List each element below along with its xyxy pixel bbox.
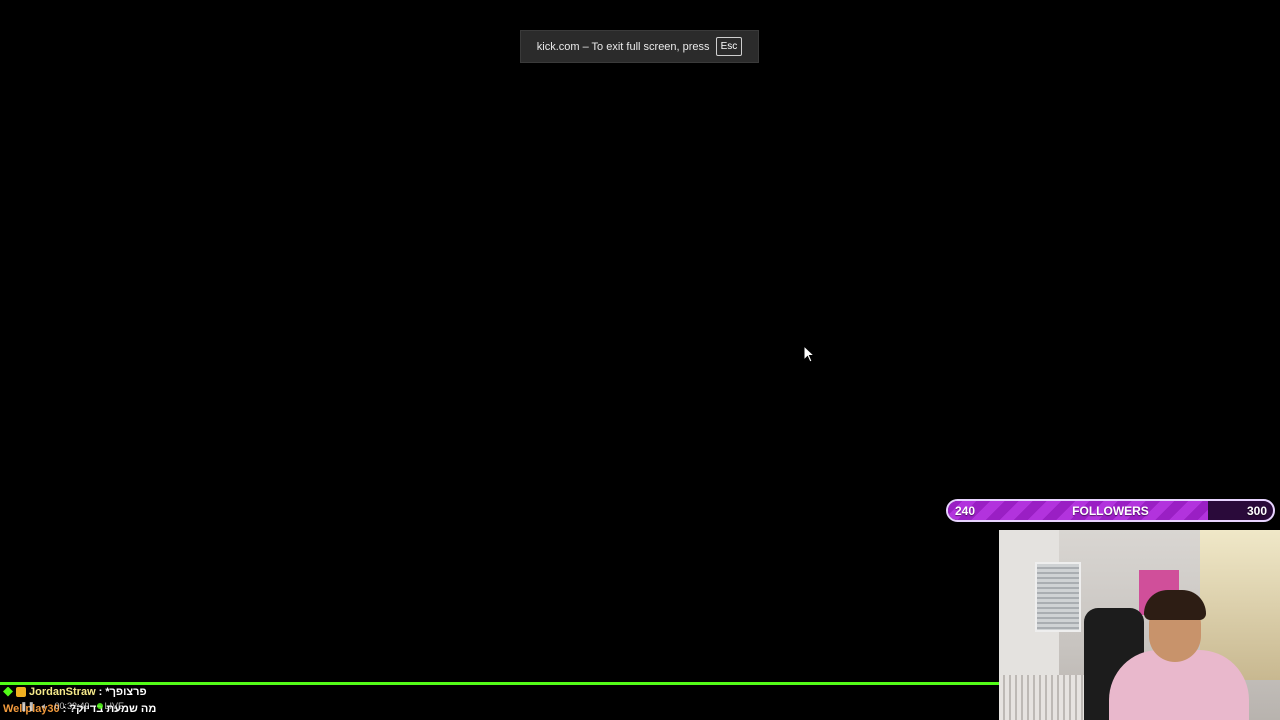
fullscreen-notice-text: kick.com – To exit full screen, press <box>536 40 710 53</box>
mouse-cursor-icon <box>803 345 815 363</box>
fullscreen-notice: kick.com – To exit full screen, press Es… <box>520 30 759 63</box>
chat-text: *פרצופך <box>105 685 147 698</box>
followers-label: FOLLOWERS <box>1072 503 1149 518</box>
esc-key-hint: Esc <box>715 37 743 56</box>
chat-message: JordanStraw : *פרצופך <box>0 683 999 700</box>
chat-separator: : <box>98 685 103 698</box>
pause-icon[interactable]: ❚❚ <box>20 701 35 712</box>
player-controls: ❚❚ 🔈︎ 00:32:49 LIVE <box>20 700 124 712</box>
live-label: LIVE <box>104 701 125 711</box>
chat-message: Wellplay30 : ?מה שמעת בדיוק <box>0 700 999 717</box>
followers-goal-bar: 240 FOLLOWERS 300 <box>946 499 1275 522</box>
chat-overlay: JordanStraw : *פרצופך Wellplay30 : ?מה ש… <box>0 683 999 717</box>
volume-icon[interactable]: 🔈︎ <box>42 701 47 712</box>
green-diamond-icon <box>3 686 13 697</box>
live-indicator: LIVE <box>96 701 125 711</box>
live-dot-icon <box>96 703 103 709</box>
followers-target: 300 <box>1246 503 1267 518</box>
stream-time: 00:32:49 <box>54 701 90 711</box>
webcam-overlay <box>999 530 1280 720</box>
chat-username: JordanStraw <box>29 685 96 698</box>
gold-sub-icon <box>16 686 26 697</box>
